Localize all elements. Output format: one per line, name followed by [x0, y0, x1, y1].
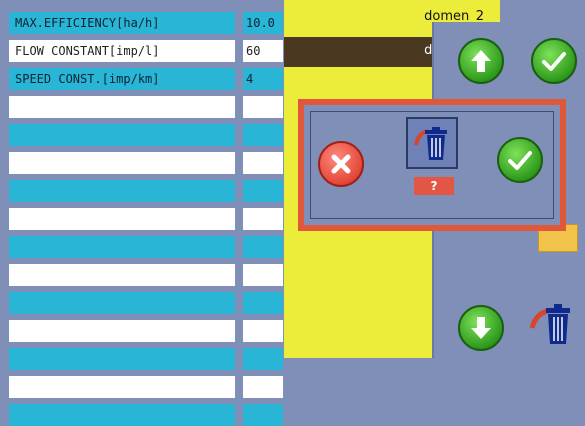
- param-row-label[interactable]: [9, 180, 235, 202]
- param-row-value[interactable]: [243, 292, 283, 314]
- accept-button[interactable]: [531, 38, 577, 84]
- param-row-label[interactable]: [9, 96, 235, 118]
- param-row-value[interactable]: [243, 348, 283, 370]
- parameter-table: MAX.EFFICIENCY[ha/h] 10.0 FLOW CONSTANT[im…: [0, 0, 283, 426]
- param-row-label[interactable]: [9, 264, 235, 286]
- param-row-label[interactable]: [9, 236, 235, 258]
- param-row-label[interactable]: SPEED CONST.[imp/km]: [9, 68, 235, 90]
- param-row-label[interactable]: [9, 208, 235, 230]
- param-row-value[interactable]: [243, 124, 283, 146]
- trash-icon: [529, 304, 570, 344]
- delete-item-icon-box: [406, 117, 458, 169]
- param-row-value[interactable]: 10.0: [243, 12, 283, 34]
- param-row-label[interactable]: [9, 124, 235, 146]
- param-row-value[interactable]: 4: [243, 68, 283, 90]
- param-row-value[interactable]: [243, 404, 283, 426]
- param-row-value[interactable]: [243, 152, 283, 174]
- x-icon: [331, 154, 351, 174]
- trash-icon: [414, 127, 447, 160]
- param-row-value[interactable]: [243, 320, 283, 342]
- delete-confirm-dialog: ?: [298, 99, 566, 231]
- param-row-value[interactable]: [243, 208, 283, 230]
- delete-button[interactable]: [526, 298, 576, 348]
- param-row-label[interactable]: [9, 376, 235, 398]
- param-row-value[interactable]: 60: [243, 40, 283, 62]
- check-icon: [542, 52, 566, 71]
- param-row-label[interactable]: [9, 404, 235, 426]
- param-row-label[interactable]: [9, 152, 235, 174]
- param-row-label[interactable]: FLOW CONSTANT[imp/l]: [9, 40, 235, 62]
- check-icon: [508, 151, 532, 170]
- param-row-label[interactable]: [9, 348, 235, 370]
- arrow-down-icon: [471, 317, 491, 339]
- param-row-label[interactable]: [9, 292, 235, 314]
- param-row-value[interactable]: [243, 236, 283, 258]
- arrow-up-icon: [471, 50, 491, 72]
- scroll-down-button[interactable]: [458, 305, 504, 351]
- param-row-label[interactable]: [9, 320, 235, 342]
- param-row-value[interactable]: [243, 180, 283, 202]
- param-row-value[interactable]: [243, 264, 283, 286]
- param-row-value[interactable]: [243, 376, 283, 398]
- param-row-label[interactable]: MAX.EFFICIENCY[ha/h]: [9, 12, 235, 34]
- cancel-button[interactable]: [318, 141, 364, 187]
- question-badge: ?: [414, 177, 454, 195]
- param-row-value[interactable]: [243, 96, 283, 118]
- scroll-up-button[interactable]: [458, 38, 504, 84]
- confirm-button[interactable]: [497, 137, 543, 183]
